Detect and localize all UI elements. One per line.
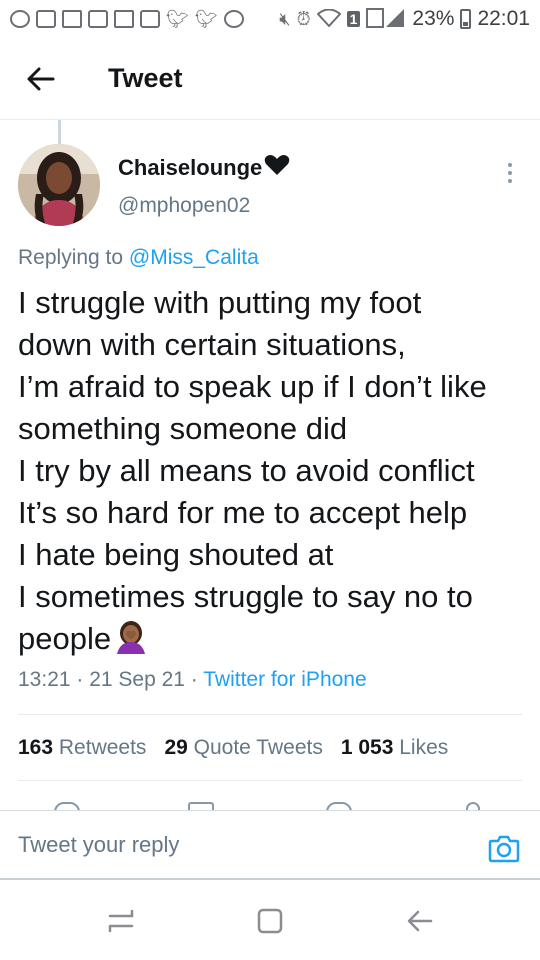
alarm-icon: ⏰︎ xyxy=(296,9,311,29)
facepalm-emoji-icon xyxy=(114,620,148,654)
retweets-count: 163 xyxy=(18,736,54,759)
arrow-left-icon xyxy=(27,67,55,90)
dot-icon xyxy=(508,179,512,183)
quotes-stat[interactable]: 29 Quote Tweets xyxy=(164,736,322,760)
tweet-body: I struggle with putting my foot down wit… xyxy=(18,282,528,660)
twitter-icon: 🐦︎ xyxy=(166,9,189,29)
battery-percent: 23% xyxy=(412,7,455,30)
wifi-icon xyxy=(316,8,342,30)
quotes-count: 29 xyxy=(164,736,188,759)
home-icon xyxy=(257,908,283,934)
tweet-line: something someone did xyxy=(18,411,348,446)
dot-icon xyxy=(508,171,512,175)
tweet-line-last: people xyxy=(18,618,528,660)
display-name-row[interactable]: Chaiselounge xyxy=(118,154,290,182)
retweets-stat[interactable]: 163 Retweets xyxy=(18,736,146,760)
home-button[interactable] xyxy=(255,906,285,936)
back-nav-button[interactable] xyxy=(405,906,435,936)
replying-prefix: Replying to xyxy=(18,246,124,269)
tweet-line: I try by all means to avoid conflict xyxy=(18,453,475,488)
tweet-line: down with certain situations, xyxy=(18,327,406,362)
camera-icon xyxy=(488,835,520,863)
retweets-label: Retweets xyxy=(58,736,147,759)
tweet-actions xyxy=(0,796,540,810)
sim-badge: 1 xyxy=(346,11,361,27)
more-options-button[interactable] xyxy=(498,158,522,188)
recent-apps-button[interactable] xyxy=(106,906,136,936)
download-icon xyxy=(88,10,108,28)
system-icons: 🔇︎ ⏰︎ 1 23% 22:01 xyxy=(279,7,530,31)
black-heart-icon xyxy=(264,154,290,182)
thread-connector xyxy=(58,120,61,144)
reply-mention-link[interactable]: @Miss_Calita xyxy=(129,246,259,269)
quotes-label: Quote Tweets xyxy=(193,736,323,759)
twitter-icon: 🐦︎ xyxy=(194,9,218,29)
likes-label: Likes xyxy=(399,736,449,759)
whatsapp-icon xyxy=(10,10,30,28)
tweet-line: I sometimes struggle to say no to xyxy=(18,579,473,614)
reply-icon[interactable] xyxy=(54,802,80,810)
status-bar: 🐦︎ 🐦︎ 🔇︎ ⏰︎ 1 23% 22:01 xyxy=(0,0,540,38)
mute-icon: 🔇︎ xyxy=(279,9,291,29)
tweet-source-link[interactable]: Twitter for iPhone xyxy=(203,668,366,691)
tweet-line: It’s so hard for me to accept help xyxy=(18,495,468,530)
checkbox-icon xyxy=(140,10,160,28)
recent-apps-icon xyxy=(108,909,134,933)
tweet-stats: 163 Retweets 29 Quote Tweets 1 053 Likes xyxy=(18,736,448,760)
clock: 22:01 xyxy=(477,7,530,30)
tweet-author: Chaiselounge @mphopen02 xyxy=(18,144,522,230)
like-icon[interactable] xyxy=(326,802,352,810)
page-title: Tweet xyxy=(108,63,183,93)
gmail-icon xyxy=(62,10,82,28)
reply-input[interactable]: Tweet your reply xyxy=(18,832,179,858)
avatar[interactable] xyxy=(18,144,100,226)
app-header: Tweet xyxy=(0,38,540,120)
user-handle[interactable]: @mphopen02 xyxy=(118,194,290,218)
tweet-line: people xyxy=(18,621,112,656)
system-nav-bar xyxy=(0,880,540,960)
divider xyxy=(18,714,522,715)
divider xyxy=(18,780,522,781)
tweet-meta: 13:21 · 21 Sep 21 · Twitter for iPhone xyxy=(18,668,367,692)
likes-count: 1 053 xyxy=(340,736,394,759)
notification-icons: 🐦︎ 🐦︎ xyxy=(10,10,244,28)
display-name: Chaiselounge xyxy=(118,155,263,180)
gmail-icon xyxy=(114,10,134,28)
tweet-line: I’m afraid to speak up if I don’t like xyxy=(18,369,487,404)
tweet-line: I hate being shouted at xyxy=(18,537,334,572)
tweet-timestamp: 13:21 · 21 Sep 21 · xyxy=(18,668,204,691)
tweet-line: I struggle with putting my foot xyxy=(18,285,422,320)
dot-icon xyxy=(508,163,512,167)
share-icon[interactable] xyxy=(466,802,480,810)
signal-icon xyxy=(366,7,406,31)
author-names: Chaiselounge @mphopen02 xyxy=(118,154,290,218)
back-arrow-icon xyxy=(407,910,433,932)
likes-stat[interactable]: 1 053 Likes xyxy=(341,736,448,760)
retweet-icon[interactable] xyxy=(188,802,214,810)
reply-composer: Tweet your reply xyxy=(0,810,540,880)
replying-to: Replying to @Miss_Calita xyxy=(18,246,259,270)
message-icon xyxy=(36,10,56,28)
battery-icon xyxy=(460,9,472,29)
settings-icon xyxy=(223,10,244,28)
back-button[interactable] xyxy=(13,51,69,107)
camera-button[interactable] xyxy=(488,833,520,863)
